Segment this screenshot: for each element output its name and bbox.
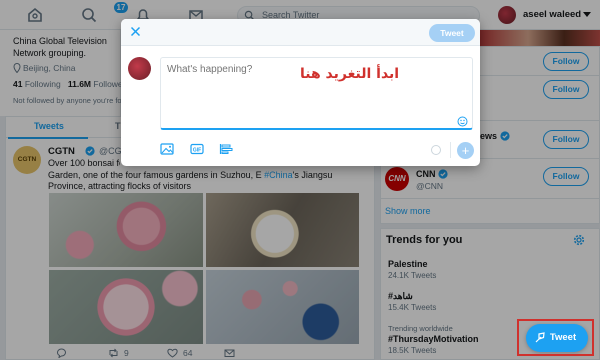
highlight-annotation-box <box>517 319 594 356</box>
svg-text:GIF: GIF <box>193 147 201 153</box>
add-photo-icon[interactable] <box>160 143 174 155</box>
gif-icon[interactable]: GIF <box>190 143 204 155</box>
modal-header <box>121 19 480 46</box>
close-icon[interactable] <box>130 26 141 37</box>
emoji-icon[interactable] <box>457 116 468 127</box>
start-tweeting-annotation: ابدأ التغريد هنا <box>300 66 400 82</box>
toolbar-separator <box>450 142 451 158</box>
poll-icon[interactable] <box>219 143 233 155</box>
modal-tweet-button[interactable]: Tweet <box>429 24 475 42</box>
character-counter-ring <box>431 145 441 155</box>
add-tweet-button[interactable]: + <box>457 142 474 159</box>
composer-avatar <box>128 57 151 80</box>
